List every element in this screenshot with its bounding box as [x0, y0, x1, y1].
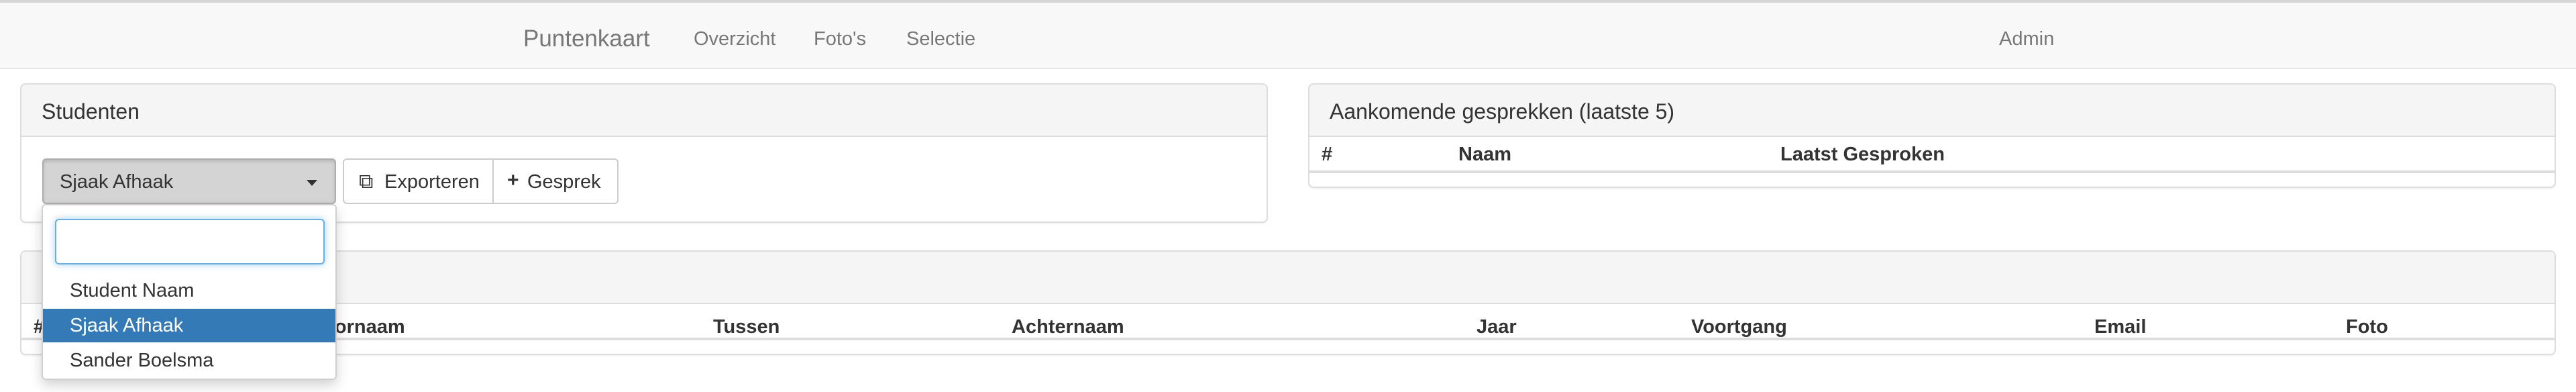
students-col-achternaam: Achternaam	[1012, 316, 1124, 338]
brand-link[interactable]: Puntenkaart	[523, 26, 650, 52]
students-col-foto: Foto	[2346, 316, 2388, 338]
students-col-voortgang: Voortgang	[1691, 316, 1787, 338]
caret-down-icon	[307, 180, 317, 186]
gesprekken-panel: Aankomende gesprekken (laatste 5) # Naam…	[1308, 83, 2556, 188]
export-button-label: Exporteren	[384, 171, 480, 193]
gesprekken-col-nr: #	[1322, 144, 1333, 165]
copy-icon: ⧉	[359, 170, 374, 193]
nav-link-overzicht[interactable]: Overzicht	[694, 28, 775, 50]
nav-link-fotos[interactable]: Foto's	[814, 28, 866, 50]
students-col-tussen: Tussen	[713, 316, 780, 338]
students-table-panel: # Voornaam Tussen Achternaam Jaar Voortg…	[20, 250, 2556, 355]
student-dropdown-menu: Student Naam Sjaak Afhaak Sander Boelsma	[42, 204, 337, 380]
nav-link-selectie[interactable]: Selectie	[906, 28, 975, 50]
dropdown-option[interactable]: Student Naam	[43, 274, 335, 307]
add-gesprek-button[interactable]: + Gesprek	[492, 158, 619, 204]
studenten-panel-title: Studenten	[42, 99, 140, 124]
dropdown-option[interactable]: Sander Boelsma	[43, 344, 335, 377]
students-col-email: Email	[2094, 316, 2147, 338]
gesprekken-panel-heading: Aankomende gesprekken (laatste 5)	[1309, 85, 2555, 137]
gesprekken-col-naam: Naam	[1458, 144, 1511, 165]
student-select[interactable]: Sjaak Afhaak	[42, 158, 336, 204]
student-select-value: Sjaak Afhaak	[60, 171, 174, 193]
plus-icon: +	[507, 169, 519, 191]
add-gesprek-button-label: Gesprek	[527, 171, 601, 193]
dropdown-option-selected[interactable]: Sjaak Afhaak	[43, 309, 335, 342]
studenten-panel: Studenten Sjaak Afhaak ⧉ Exporteren + Ge…	[20, 83, 1268, 223]
dropdown-search-input[interactable]	[55, 219, 325, 264]
gesprekken-panel-title: Aankomende gesprekken (laatste 5)	[1330, 99, 1675, 124]
students-table-panel-heading	[21, 252, 2555, 304]
export-button[interactable]: ⧉ Exporteren	[343, 158, 494, 204]
nav-link-admin[interactable]: Admin	[1999, 28, 2054, 50]
students-col-jaar: Jaar	[1477, 316, 1517, 338]
table-header-divider	[1309, 170, 2555, 173]
studenten-panel-heading: Studenten	[21, 85, 1267, 137]
gesprekken-col-laatst-gesproken: Laatst Gesproken	[1780, 144, 1945, 165]
table-header-divider	[21, 338, 2555, 340]
navbar: Puntenkaart Overzicht Foto's Selectie Ad…	[0, 0, 2576, 69]
